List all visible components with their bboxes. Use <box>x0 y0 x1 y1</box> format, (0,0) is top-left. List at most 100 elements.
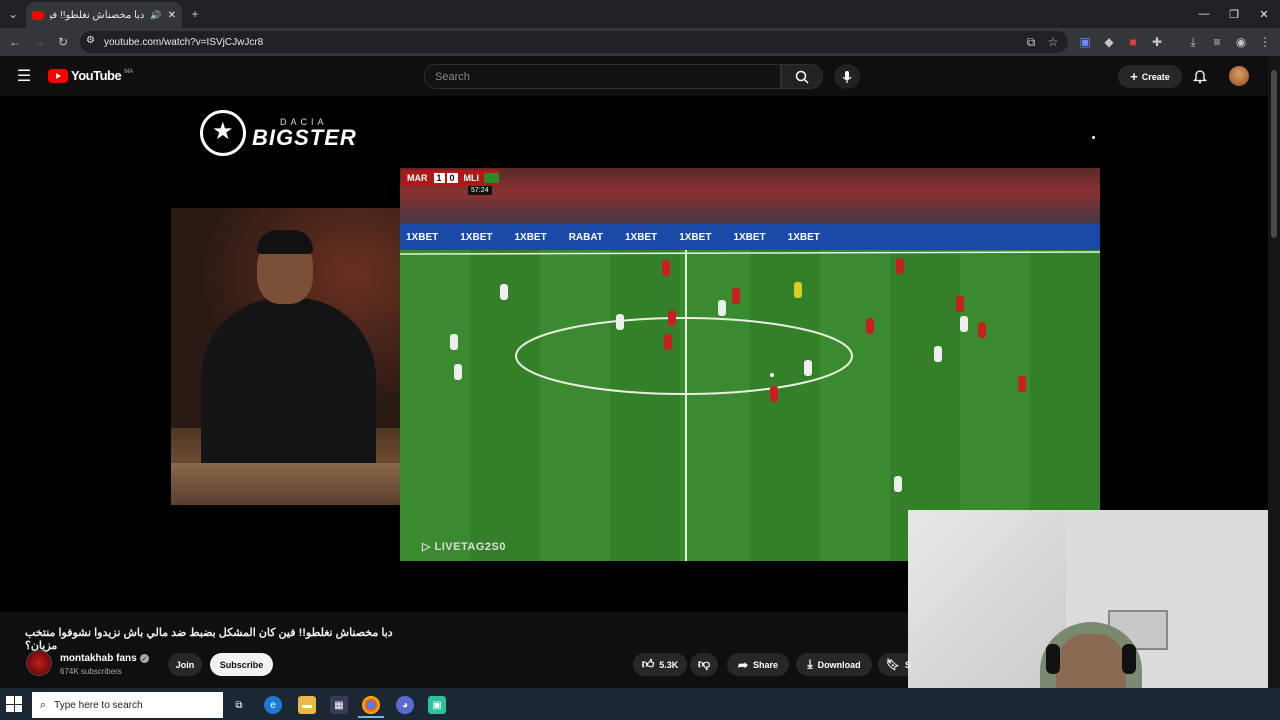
player <box>454 364 462 380</box>
player <box>960 316 968 332</box>
url-text: youtube.com/watch?v=ISVjCJwJcr8 <box>104 36 264 48</box>
thumbs-up-icon: 👍︎ <box>641 657 655 671</box>
download-icon[interactable]: ⤓ <box>1184 33 1202 51</box>
player <box>718 300 726 316</box>
active-app-indicator <box>358 716 384 718</box>
share-arrow-icon: ➦ <box>737 657 749 672</box>
verified-icon: ✓ <box>140 654 149 663</box>
loading-dot <box>1092 136 1095 139</box>
windows-start-icon[interactable] <box>6 696 22 712</box>
player <box>770 386 778 402</box>
sponsor-logo: DACIA BIGSTER <box>200 110 357 156</box>
close-window-button[interactable]: ✕ <box>1248 4 1280 24</box>
scoreboard: MAR 1 0 MLI <box>402 170 499 186</box>
player <box>978 322 986 338</box>
youtube-play-icon <box>48 68 68 83</box>
youtube-logo[interactable]: YouTube MA <box>48 68 133 83</box>
forward-icon[interactable]: → <box>30 33 48 51</box>
presenter-video-inset <box>171 208 400 505</box>
away-team: MLI <box>463 173 480 183</box>
player <box>664 334 672 350</box>
player <box>500 284 508 300</box>
media-control-icon[interactable]: ≡ <box>1208 33 1226 51</box>
player <box>804 360 812 376</box>
chrome-icon[interactable] <box>362 696 380 714</box>
presenter-hoodie <box>201 298 376 478</box>
tab-search-icon[interactable]: ⌄ <box>4 5 22 23</box>
translate-extension-icon[interactable]: ▣ <box>1076 33 1094 51</box>
reload-icon[interactable]: ↻ <box>54 33 72 51</box>
edge-browser-icon[interactable]: e <box>264 696 282 714</box>
account-avatar[interactable] <box>1229 66 1249 86</box>
browser-menu-icon[interactable]: ⋮ <box>1256 33 1274 51</box>
task-view-icon[interactable]: ⧉ <box>230 696 248 714</box>
player <box>616 314 624 330</box>
away-score: 0 <box>446 173 458 183</box>
ball <box>770 373 774 377</box>
tab-audio-icon[interactable]: 🔊 <box>150 10 161 21</box>
player <box>866 318 874 334</box>
subscribe-button[interactable]: Subscribe <box>210 653 273 676</box>
microphone-icon <box>842 70 852 83</box>
bell-icon <box>1193 69 1207 83</box>
broadcast-watermark: ▷ LIVETAG2S0 <box>422 541 506 553</box>
discord-icon[interactable]: ◕ <box>396 696 414 714</box>
profile-icon[interactable]: ◉ <box>1232 33 1250 51</box>
restore-button[interactable]: ❐ <box>1218 4 1250 24</box>
referee <box>794 282 802 298</box>
taskbar-search-input[interactable]: ⌕ Type here to search <box>32 692 223 718</box>
extensions-puzzle-icon[interactable]: ✚ <box>1148 33 1166 51</box>
voice-search-button[interactable] <box>834 64 860 89</box>
create-button[interactable]: + Create <box>1118 65 1182 88</box>
back-icon[interactable]: ← <box>6 33 24 51</box>
country-code: MA <box>124 68 134 75</box>
player <box>662 260 670 276</box>
tab-close-icon[interactable]: ✕ <box>168 10 176 21</box>
install-app-icon[interactable]: ⧉ <box>1022 33 1040 51</box>
join-button[interactable]: Join <box>168 653 202 676</box>
dislike-button[interactable]: 👎︎ <box>690 653 718 676</box>
player <box>732 288 740 304</box>
channel-name[interactable]: montakhab fans <box>60 653 137 664</box>
player <box>896 258 904 274</box>
player <box>1018 376 1026 392</box>
advertising-boards: 1XBET 1XBET 1XBET RABAT 1XBET 1XBET 1XBET 1XBET <box>400 224 1100 250</box>
save-button[interactable]: 🔖︎ S <box>878 653 911 676</box>
plus-icon: + <box>1130 69 1138 84</box>
notifications-button[interactable] <box>1190 66 1210 86</box>
like-button[interactable]: 👍︎ 5.3K <box>633 653 687 676</box>
channel-avatar[interactable] <box>26 650 52 676</box>
capcut-icon[interactable]: ▣ <box>428 696 446 714</box>
headset-icon <box>1122 644 1136 674</box>
file-explorer-icon[interactable]: ▬ <box>298 696 316 714</box>
scrollbar-thumb[interactable] <box>1271 70 1277 238</box>
hamburger-menu-icon[interactable]: ☰ <box>14 66 34 86</box>
thumbs-down-icon: 👎︎ <box>697 657 711 671</box>
player <box>450 334 458 350</box>
mali-flag <box>484 173 499 183</box>
player <box>668 310 676 326</box>
bookmark-star-icon[interactable]: ☆ <box>1044 33 1062 51</box>
presenter-desk <box>171 463 400 505</box>
match-footage: 1XBET 1XBET 1XBET RABAT 1XBET 1XBET 1XBET 1XBET… <box>400 168 1100 561</box>
search-button[interactable] <box>781 64 823 89</box>
home-team: MAR <box>407 173 428 183</box>
tab-title: دبا مخصناش نغلطو!! فين كا... <box>50 9 145 21</box>
red-extension-icon[interactable]: ■ <box>1124 33 1142 51</box>
address-bar[interactable]: ⚙ youtube.com/watch?v=ISVjCJwJcr8 <box>80 31 1068 53</box>
youtube-favicon-icon <box>32 10 44 20</box>
new-tab-button[interactable]: + <box>186 5 204 23</box>
minimize-button[interactable]: — <box>1188 4 1220 24</box>
share-button[interactable]: ➦ Share <box>727 653 789 676</box>
site-info-icon[interactable]: ⚙ <box>86 35 95 46</box>
stadium-stands <box>400 168 1100 228</box>
subscriber-count: 674K subscribers <box>60 667 122 676</box>
extension-icon[interactable]: ◆ <box>1100 33 1118 51</box>
browser-tab[interactable]: دبا مخصناش نغلطو!! فين كا... 🔊 ✕ <box>26 2 182 28</box>
download-button[interactable]: ⤓ Download <box>796 653 872 676</box>
player <box>956 296 964 312</box>
search-input[interactable]: Search <box>424 64 781 89</box>
player <box>934 346 942 362</box>
microsoft-store-icon[interactable]: ▦ <box>330 696 348 714</box>
video-title: دبا مخصناش نغلطو!! فين كان المشكل بضبط ض… <box>25 627 393 652</box>
